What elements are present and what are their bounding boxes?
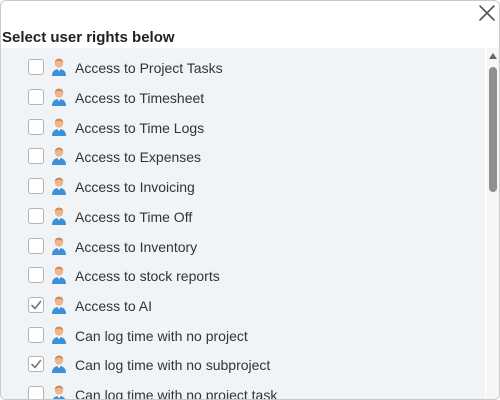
rights-item-label: Can log time with no subproject: [75, 357, 271, 373]
close-button[interactable]: [475, 3, 499, 25]
checkbox[interactable]: [28, 178, 44, 194]
scroll-up-arrow-icon[interactable]: [489, 53, 497, 59]
user-icon: [49, 236, 69, 256]
checkbox[interactable]: [28, 148, 44, 164]
rights-item-label: Access to Time Off: [75, 209, 193, 225]
rights-item-label: Access to Inventory: [75, 239, 198, 255]
checkbox[interactable]: [28, 386, 44, 399]
rights-list-item[interactable]: Access to Time Off: [1, 204, 485, 234]
rights-item-label: Access to Expenses: [75, 149, 202, 165]
rights-list-item[interactable]: Can log time with no project: [1, 323, 485, 353]
rights-list-item[interactable]: Access to Project Tasks: [1, 55, 485, 85]
scrollbar[interactable]: [486, 48, 499, 399]
rights-list[interactable]: Access to Project Tasks Access to Timeshe…: [1, 48, 485, 400]
user-icon: [49, 206, 69, 226]
scroll-thumb[interactable]: [489, 67, 497, 192]
rights-list-item[interactable]: Access to AI: [1, 293, 485, 323]
rights-item-label: Can log time with no project: [75, 328, 248, 344]
user-icon: [49, 146, 69, 166]
rights-item-label: Access to Project Tasks: [75, 60, 223, 76]
rights-item-label: Can log time with no project task: [75, 387, 278, 400]
rights-list-item[interactable]: Access to Inventory: [1, 234, 485, 264]
checkbox[interactable]: [28, 267, 44, 283]
user-icon: [49, 176, 69, 196]
rights-item-label: Access to AI: [75, 298, 153, 314]
close-icon: [479, 5, 495, 21]
rights-list-item[interactable]: Access to Invoicing: [1, 174, 485, 204]
checkbox[interactable]: [28, 238, 44, 254]
checkbox[interactable]: [28, 89, 44, 105]
checkbox[interactable]: [28, 327, 44, 343]
checkbox[interactable]: [28, 59, 44, 75]
rights-item-label: Access to stock reports: [75, 268, 220, 284]
rights-list-item[interactable]: Can log time with no subproject: [1, 352, 485, 382]
rights-item-label: Access to Timesheet: [75, 90, 205, 106]
rights-list-item[interactable]: Access to Expenses: [1, 144, 485, 174]
user-icon: [49, 87, 69, 107]
user-icon: [49, 265, 69, 285]
dialog-title: Select user rights below: [2, 29, 175, 46]
user-icon: [49, 384, 69, 399]
rights-item-label: Access to Invoicing: [75, 179, 195, 195]
check-mark-icon: [31, 300, 42, 310]
user-icon: [49, 295, 69, 315]
user-icon: [49, 354, 69, 374]
user-icon: [49, 117, 69, 137]
checkbox-checked[interactable]: [28, 297, 44, 313]
checkbox-checked[interactable]: [28, 356, 44, 372]
user-icon: [49, 325, 69, 345]
checkbox[interactable]: [28, 119, 44, 135]
user-rights-dialog: Select user rights below Access to Proje…: [0, 0, 500, 400]
rights-item-label: Access to Time Logs: [75, 120, 205, 136]
user-icon: [49, 57, 69, 77]
rights-list-item[interactable]: Can log time with no project task: [1, 382, 485, 400]
check-mark-icon: [31, 359, 42, 369]
rights-list-item[interactable]: Access to Timesheet: [1, 85, 485, 115]
checkbox[interactable]: [28, 208, 44, 224]
rights-list-item[interactable]: Access to stock reports: [1, 263, 485, 293]
rights-list-item[interactable]: Access to Time Logs: [1, 115, 485, 145]
